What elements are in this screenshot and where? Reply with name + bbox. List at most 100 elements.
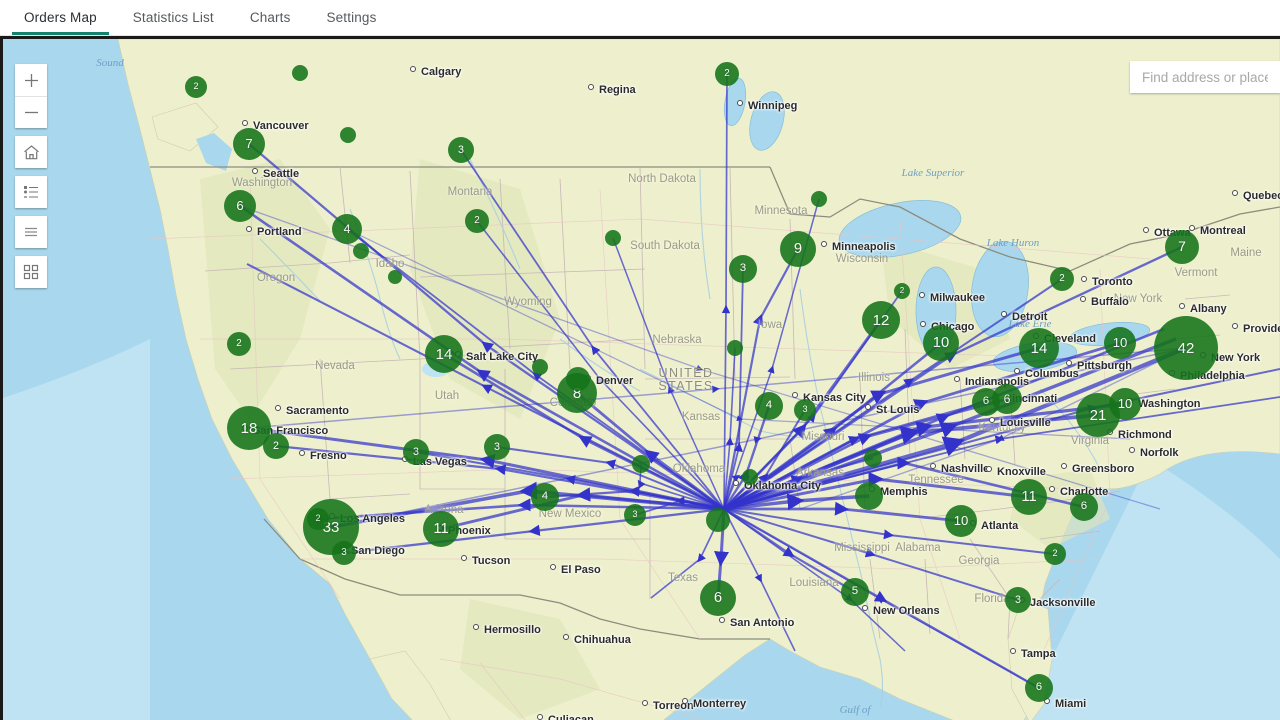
cluster-marker-count: 3 (802, 405, 807, 414)
cluster-marker-disc: 7 (1165, 230, 1199, 264)
cluster-marker[interactable]: 3 (332, 541, 356, 565)
cluster-marker[interactable]: 4 (332, 214, 362, 244)
cluster-marker[interactable]: 12 (862, 301, 900, 339)
address-search[interactable] (1130, 61, 1280, 93)
home-button[interactable] (15, 136, 47, 168)
cluster-marker-count: 2 (474, 216, 479, 226)
cluster-marker[interactable] (388, 270, 402, 284)
cluster-marker-disc: 6 (224, 190, 256, 222)
cluster-marker[interactable]: 2 (307, 508, 329, 530)
tab-charts[interactable]: Charts (232, 0, 309, 35)
cluster-marker[interactable] (727, 340, 743, 356)
cluster-marker-count: 2 (273, 441, 279, 452)
cluster-marker[interactable]: 3 (794, 399, 816, 421)
basemap-gallery-button[interactable] (15, 256, 47, 288)
cluster-marker[interactable]: 5 (841, 578, 869, 606)
cluster-marker[interactable]: 10 (923, 325, 959, 361)
cluster-marker-disc: 2 (465, 209, 489, 233)
cluster-marker[interactable]: 2 (185, 76, 207, 98)
cluster-marker[interactable]: 3 (448, 137, 474, 163)
cluster-marker[interactable]: 3 (1005, 587, 1031, 613)
cluster-marker[interactable] (706, 508, 730, 532)
cluster-marker-disc: 2 (263, 433, 289, 459)
cluster-marker[interactable] (811, 191, 827, 207)
cluster-marker[interactable]: 2 (1044, 543, 1066, 565)
legend-button[interactable] (15, 176, 47, 208)
cluster-marker[interactable]: 2 (465, 209, 489, 233)
cluster-marker-disc: 2 (307, 508, 329, 530)
cluster-marker-disc (388, 270, 402, 284)
cluster-marker-count: 42 (1178, 341, 1195, 356)
cluster-marker-count: 2 (900, 287, 904, 295)
cluster-marker-disc (292, 65, 308, 81)
cluster-marker[interactable]: 6 (1025, 674, 1053, 702)
cluster-marker[interactable]: 2 (227, 332, 251, 356)
cluster-marker-disc (811, 191, 827, 207)
cluster-marker-disc (353, 243, 369, 259)
orders-map-panel[interactable]: WashingtonMontanaNorth DakotaMinnesotaOr… (0, 36, 1280, 720)
cluster-marker[interactable] (292, 65, 308, 81)
cluster-marker[interactable]: 2 (715, 62, 739, 86)
cluster-marker[interactable]: 4 (755, 392, 783, 420)
cluster-marker[interactable]: 6 (700, 580, 736, 616)
cluster-marker[interactable]: 11 (423, 511, 459, 547)
cluster-marker-disc: 2 (185, 76, 207, 98)
cluster-marker[interactable]: 6 (972, 388, 1000, 416)
cluster-marker[interactable] (566, 367, 590, 391)
cluster-marker-disc: 10 (1104, 327, 1136, 359)
tab-settings[interactable]: Settings (308, 0, 394, 35)
cluster-marker[interactable]: 10 (1104, 327, 1136, 359)
cluster-marker[interactable]: 6 (224, 190, 256, 222)
cluster-marker-count: 5 (852, 586, 858, 597)
cluster-marker-count: 3 (1015, 595, 1021, 606)
cluster-marker[interactable]: 7 (1165, 230, 1199, 264)
cluster-marker[interactable] (864, 449, 882, 467)
cluster-marker-count: 2 (1052, 549, 1057, 558)
cluster-marker-count: 14 (1031, 341, 1048, 356)
cluster-marker[interactable]: 3 (403, 439, 429, 465)
cluster-marker[interactable]: 3 (729, 255, 757, 283)
cluster-marker[interactable] (340, 127, 356, 143)
cluster-marker-count: 10 (933, 336, 949, 351)
search-input[interactable] (1130, 61, 1280, 93)
cluster-marker[interactable] (855, 482, 883, 510)
cluster-marker-count: 4 (542, 491, 548, 502)
cluster-marker[interactable]: 14 (425, 335, 463, 373)
cluster-marker[interactable]: 2 (894, 283, 910, 299)
cluster-marker[interactable] (353, 243, 369, 259)
cluster-marker-disc: 3 (1005, 587, 1031, 613)
cluster-marker[interactable]: 2 (1050, 267, 1074, 291)
cluster-marker-count: 6 (983, 396, 989, 407)
cluster-marker[interactable]: 6 (1070, 493, 1098, 521)
cluster-marker[interactable]: 11 (1011, 479, 1047, 515)
cluster-marker-disc: 14 (1019, 328, 1059, 368)
map-canvas[interactable] (0, 39, 1280, 720)
cluster-marker[interactable]: 2 (263, 433, 289, 459)
cluster-marker-count: 11 (1021, 490, 1036, 505)
cluster-marker[interactable]: 3 (624, 504, 646, 526)
cluster-marker-count: 9 (794, 242, 802, 257)
cluster-marker[interactable]: 7 (233, 128, 265, 160)
tab-statistics-list[interactable]: Statistics List (115, 0, 232, 35)
cluster-marker[interactable]: 9 (780, 231, 816, 267)
cluster-marker-count: 6 (1081, 501, 1087, 512)
cluster-marker[interactable]: 10 (945, 505, 977, 537)
cluster-marker[interactable]: 21 (1076, 393, 1120, 437)
cluster-marker[interactable]: 4 (531, 483, 559, 511)
cluster-marker-disc (632, 455, 650, 473)
cluster-marker-count: 2 (193, 82, 198, 91)
cluster-marker[interactable]: 3 (484, 434, 510, 460)
cluster-marker[interactable] (742, 469, 758, 485)
zoom-out-button[interactable] (15, 96, 47, 128)
cluster-marker-disc: 10 (923, 325, 959, 361)
cluster-marker[interactable] (605, 230, 621, 246)
layer-list-button[interactable] (15, 216, 47, 248)
zoom-in-button[interactable] (15, 64, 47, 96)
cluster-marker[interactable] (632, 455, 650, 473)
cluster-marker[interactable]: 14 (1019, 328, 1059, 368)
cluster-marker[interactable] (532, 359, 548, 375)
tab-orders-map[interactable]: Orders Map (6, 0, 115, 35)
home-control (15, 136, 47, 168)
cluster-marker-disc: 6 (700, 580, 736, 616)
cluster-marker[interactable]: 42 (1154, 316, 1218, 380)
